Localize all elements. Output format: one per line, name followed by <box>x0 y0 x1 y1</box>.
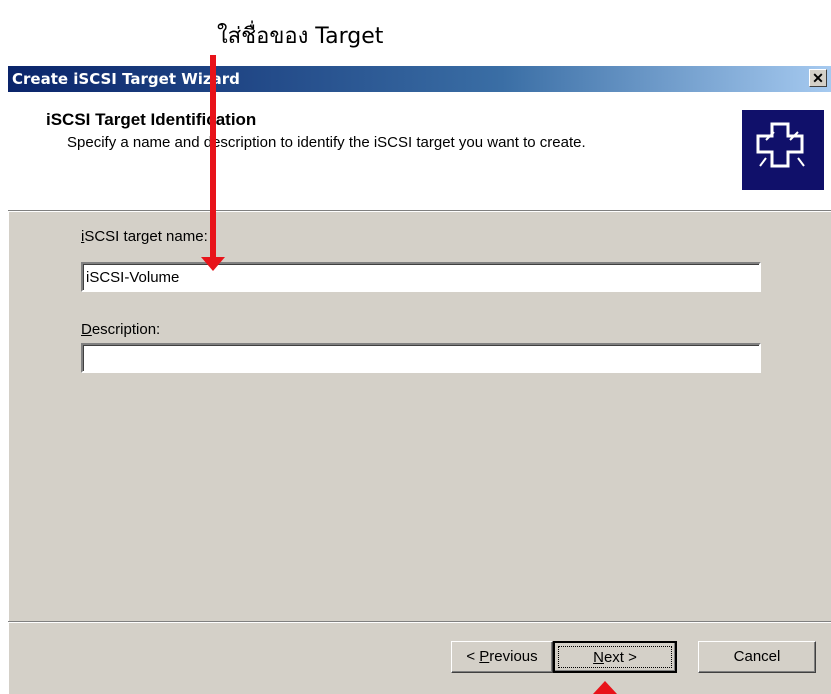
wizard-window: Create iSCSI Target Wizard ✕ iSCSI Targe… <box>8 66 831 694</box>
target-name-input[interactable] <box>81 262 761 292</box>
next-pointer-arrow <box>593 681 617 694</box>
wizard-header: iSCSI Target Identification Specify a na… <box>8 92 831 211</box>
next-button[interactable]: Next > <box>553 641 677 673</box>
focus-rectangle <box>558 646 672 668</box>
target-name-label: iSCSI target name: <box>81 228 208 245</box>
previous-button[interactable]: < Previous <box>451 641 553 673</box>
annotation-text: ใส่ชื่อของ Target <box>217 24 384 49</box>
page-title: iSCSI Target Identification <box>46 110 257 129</box>
cancel-button[interactable]: Cancel <box>698 641 816 673</box>
wizard-puzzle-icon <box>742 110 824 190</box>
annotation-arrow-head <box>201 257 225 271</box>
page-subtitle: Specify a name and description to identi… <box>67 134 586 151</box>
window-title: Create iSCSI Target Wizard <box>12 70 240 88</box>
close-icon[interactable]: ✕ <box>809 69 827 87</box>
description-label: Description: <box>81 321 161 338</box>
annotation-arrow-line <box>210 55 216 260</box>
button-separator <box>8 621 831 623</box>
description-input[interactable] <box>81 343 761 373</box>
title-bar[interactable]: Create iSCSI Target Wizard ✕ <box>8 66 831 92</box>
